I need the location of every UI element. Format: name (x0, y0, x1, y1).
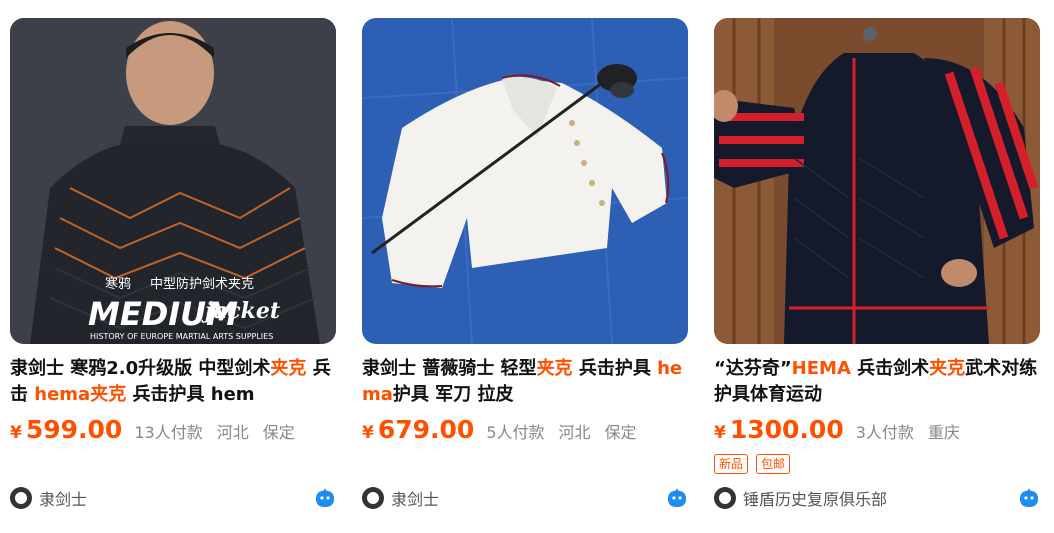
image-text-line-2: 中型防护剑术夹克 (150, 276, 254, 292)
price-row: ¥ 679.00 5人付款 河北 保定 (362, 415, 688, 447)
shop-name[interactable]: 锤盾历史复原俱乐部 (743, 486, 887, 510)
price-row: ¥ 599.00 13人付款 河北 保定 (10, 415, 336, 447)
shop-row[interactable]: 锤盾历史复原俱乐部 (714, 485, 1040, 511)
title-highlight: 夹克 (929, 358, 966, 379)
product-title[interactable]: “达芬奇”HEMA 兵击剑术夹克武术对练护具体育运动 (714, 356, 1040, 408)
product-photo-jacket-model: 寒鸦 中型防护剑术夹克 MEDIUM jacket HISTORY OF EUR… (10, 18, 336, 344)
shop-row[interactable]: 隶剑士 (362, 485, 688, 511)
tag-new: 新品 (714, 454, 749, 474)
product-image[interactable] (714, 18, 1040, 344)
product-card[interactable]: “达芬奇”HEMA 兵击剑术夹克武术对练护具体育运动 ¥ 1300.00 3人付… (714, 18, 1040, 523)
title-text: “达芬奇” (714, 358, 792, 379)
location-city: 保定 (262, 423, 295, 442)
product-title[interactable]: 隶剑士 蔷薇骑士 轻型夹克 兵击护具 hema护具 军刀 拉皮 (362, 356, 688, 408)
image-text-script: jacket (201, 298, 280, 324)
shop-avatar-icon (714, 487, 736, 509)
price: 599.00 (25, 415, 123, 444)
currency-symbol: ¥ (714, 423, 726, 443)
shop-avatar-icon (362, 487, 384, 509)
product-photo-red-black-gambeson (714, 18, 1040, 344)
shop-avatar-icon (10, 487, 32, 509)
shop-name[interactable]: 隶剑士 (39, 486, 87, 510)
wangwang-chat-icon[interactable] (666, 487, 688, 509)
product-photo-white-jacket (362, 18, 688, 344)
product-image[interactable] (362, 18, 688, 344)
tag-free-shipping: 包邮 (756, 454, 791, 474)
location-city: 重庆 (927, 423, 960, 442)
wangwang-chat-icon[interactable] (314, 487, 336, 509)
shop-name[interactable]: 隶剑士 (391, 486, 439, 510)
wangwang-chat-icon[interactable] (1018, 487, 1040, 509)
product-image[interactable]: 寒鸦 中型防护剑术夹克 MEDIUM jacket HISTORY OF EUR… (10, 18, 336, 344)
shop-row[interactable]: 隶剑士 (10, 485, 336, 511)
location-province: 河北 (558, 423, 591, 442)
title-text: 兵击护具 hem (126, 384, 255, 405)
product-card[interactable]: 寒鸦 中型防护剑术夹克 MEDIUM jacket HISTORY OF EUR… (10, 18, 336, 523)
currency-symbol: ¥ (362, 423, 374, 443)
price: 1300.00 (729, 415, 844, 444)
title-text: 隶剑士 寒鸦2.0升级版 中型剑术 (10, 358, 271, 379)
title-text: 护具 军刀 拉皮 (392, 384, 514, 405)
sales-count: 5人付款 (486, 423, 545, 442)
location-city: 保定 (604, 423, 637, 442)
title-highlight: hema夹克 (34, 384, 127, 405)
location-province: 河北 (216, 423, 249, 442)
product-tags: 新品 包邮 (714, 454, 798, 474)
sales-count: 3人付款 (855, 423, 914, 442)
title-text: 兵击剑术 (850, 358, 930, 379)
title-highlight: 夹克 (536, 358, 573, 379)
product-title[interactable]: 隶剑士 寒鸦2.0升级版 中型剑术夹克 兵击 hema夹克 兵击护具 hem (10, 356, 336, 408)
title-highlight: HEMA (791, 358, 851, 379)
sales-count: 13人付款 (134, 423, 203, 442)
price-row: ¥ 1300.00 3人付款 重庆 (714, 415, 1040, 447)
product-card[interactable]: 隶剑士 蔷薇骑士 轻型夹克 兵击护具 hema护具 军刀 拉皮 ¥ 679.00… (362, 18, 688, 523)
title-text: 隶剑士 蔷薇骑士 轻型 (362, 358, 537, 379)
currency-symbol: ¥ (10, 423, 22, 443)
image-text-line-1: 寒鸦 (105, 276, 131, 292)
title-highlight: 夹克 (270, 358, 307, 379)
image-text-small: HISTORY OF EUROPE MARTIAL ARTS SUPPLIES (90, 332, 273, 341)
title-text: 兵击护具 (572, 358, 658, 379)
price: 679.00 (377, 415, 475, 444)
